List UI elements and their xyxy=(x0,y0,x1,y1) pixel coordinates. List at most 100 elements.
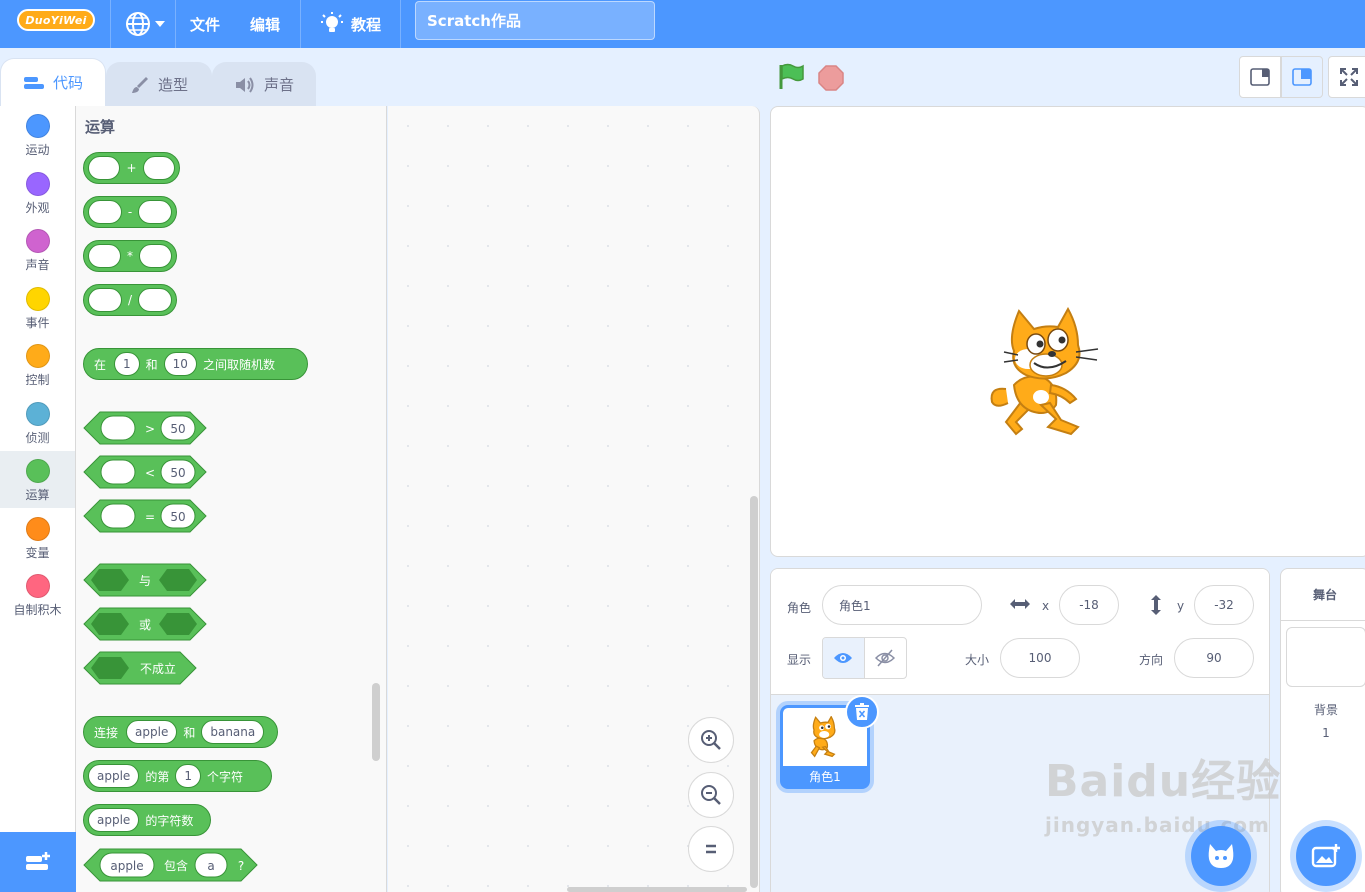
show-sprite-button[interactable] xyxy=(823,638,865,678)
slot[interactable] xyxy=(139,244,172,268)
slot[interactable] xyxy=(142,156,175,180)
zoom-reset-button[interactable] xyxy=(688,826,734,872)
code-blocks-icon xyxy=(23,76,44,89)
tab-costumes[interactable]: 造型 xyxy=(106,62,212,106)
category-label: 外观 xyxy=(25,201,50,215)
block-text: 连接 xyxy=(94,725,119,740)
category-label: 自制积木 xyxy=(13,603,62,617)
language-menu[interactable] xyxy=(125,0,166,48)
green-flag-button[interactable] xyxy=(777,62,805,96)
script-area-hscrollbar[interactable] xyxy=(567,887,747,892)
y-label: y xyxy=(1177,599,1185,613)
watermark-url: jingyan.baidu.com xyxy=(1045,813,1270,837)
value-text: a xyxy=(207,859,214,873)
slot[interactable] xyxy=(88,156,121,180)
length-of-block[interactable]: apple 的字符数 xyxy=(83,804,211,836)
slot[interactable] xyxy=(88,288,122,312)
tutorials-button[interactable]: 教程 xyxy=(320,0,381,48)
letter-of-text-input[interactable]: apple xyxy=(88,764,140,788)
subtract-block[interactable]: - xyxy=(83,196,177,228)
slot[interactable] xyxy=(88,200,122,224)
random-to-input[interactable]: 10 xyxy=(163,352,197,376)
edit-menu[interactable]: 编辑 xyxy=(250,0,280,48)
category-dot xyxy=(25,459,50,483)
small-stage-button[interactable] xyxy=(1239,56,1281,98)
category-my-blocks[interactable]: 自制积木 xyxy=(0,566,75,623)
menu-divider xyxy=(300,0,301,48)
block-text: 包含 xyxy=(164,858,188,873)
block-text: 与 xyxy=(139,574,151,588)
not-block[interactable]: 不成立 xyxy=(83,651,198,685)
eye-icon xyxy=(834,653,853,663)
zoom-in-button[interactable] xyxy=(688,717,734,763)
category-dot xyxy=(25,402,50,426)
fullscreen-button[interactable] xyxy=(1328,56,1365,98)
stop-button[interactable] xyxy=(817,64,845,96)
greater-than-block[interactable]: > 50 xyxy=(83,411,208,445)
random-from-input[interactable]: 1 xyxy=(114,352,140,376)
menu-divider xyxy=(400,0,401,48)
add-block[interactable]: + xyxy=(83,152,180,184)
join-a-input[interactable]: apple xyxy=(126,720,178,744)
zoom-out-icon xyxy=(701,785,721,805)
sprite-info: 角色 角色1 x -18 y -32 显示 大小 100 方向 90 xyxy=(771,569,1269,695)
slot[interactable] xyxy=(88,244,121,268)
equals-icon xyxy=(706,844,716,854)
sprite-name-input[interactable]: 角色1 xyxy=(822,585,982,625)
category-sound[interactable]: 声音 xyxy=(0,221,75,278)
divide-block[interactable]: / xyxy=(83,284,177,316)
speaker-icon xyxy=(235,76,254,93)
or-block[interactable]: 或 xyxy=(83,607,208,641)
category-operators[interactable]: 运算 xyxy=(0,451,75,508)
hide-sprite-button[interactable] xyxy=(865,638,907,678)
random-block[interactable]: 在 1 和 10 之间取随机数 xyxy=(83,348,308,380)
delete-sprite-button[interactable] xyxy=(845,695,879,729)
palette-scrollbar[interactable] xyxy=(372,683,380,761)
file-menu[interactable]: 文件 xyxy=(190,0,220,48)
category-sensing[interactable]: 侦测 xyxy=(0,394,75,451)
block-text: 之间取随机数 xyxy=(202,357,275,372)
script-area-scrollbar[interactable] xyxy=(750,496,758,888)
block-text: 在 xyxy=(94,357,107,372)
slot[interactable] xyxy=(138,288,173,312)
watermark-title: Baidu经验 xyxy=(1045,756,1282,807)
length-of-text-input[interactable]: apple xyxy=(88,808,140,832)
x-input[interactable]: -18 xyxy=(1059,585,1119,625)
and-block[interactable]: 与 xyxy=(83,563,208,597)
normal-stage-button[interactable] xyxy=(1281,56,1323,98)
category-control[interactable]: 控制 xyxy=(0,336,75,393)
tab-costumes-label: 造型 xyxy=(157,76,188,94)
logo[interactable]: DuoYiWei xyxy=(17,9,95,31)
category-variables[interactable]: 变量 xyxy=(0,509,75,566)
category-events[interactable]: 事件 xyxy=(0,279,75,336)
zoom-in-icon xyxy=(701,730,721,750)
fullscreen-icon xyxy=(1340,68,1358,86)
project-title-input[interactable]: Scratch作品 xyxy=(415,1,655,40)
category-dot xyxy=(25,287,50,311)
less-than-block[interactable]: < 50 xyxy=(83,455,208,489)
size-input[interactable]: 100 xyxy=(1000,638,1080,678)
zoom-out-button[interactable] xyxy=(688,772,734,818)
multiply-block[interactable]: * xyxy=(83,240,177,272)
category-motion[interactable]: 运动 xyxy=(0,106,75,163)
direction-input[interactable]: 90 xyxy=(1174,638,1254,678)
join-b-input[interactable]: banana xyxy=(201,720,265,744)
operator-label: < xyxy=(145,466,155,480)
slot[interactable] xyxy=(138,200,172,224)
stage-canvas[interactable] xyxy=(770,106,1365,557)
category-dot xyxy=(25,574,50,598)
scratch-cat-sprite[interactable] xyxy=(986,307,1111,439)
letter-of-block[interactable]: apple 的第 1 个字符 xyxy=(83,760,272,792)
tab-code[interactable]: 代码 xyxy=(0,58,106,106)
contains-block[interactable]: apple 包含 a ? xyxy=(83,848,259,882)
size-label: 大小 xyxy=(965,653,990,667)
choose-backdrop-button[interactable] xyxy=(1296,826,1356,886)
choose-sprite-button[interactable] xyxy=(1191,826,1251,886)
y-input[interactable]: -32 xyxy=(1194,585,1254,625)
letter-index-input[interactable]: 1 xyxy=(175,764,201,788)
category-looks[interactable]: 外观 xyxy=(0,164,75,221)
add-extension-button[interactable] xyxy=(0,832,76,892)
join-block[interactable]: 连接 apple 和 banana xyxy=(83,716,278,748)
equals-block[interactable]: = 50 xyxy=(83,499,208,533)
tab-sounds[interactable]: 声音 xyxy=(212,62,316,106)
